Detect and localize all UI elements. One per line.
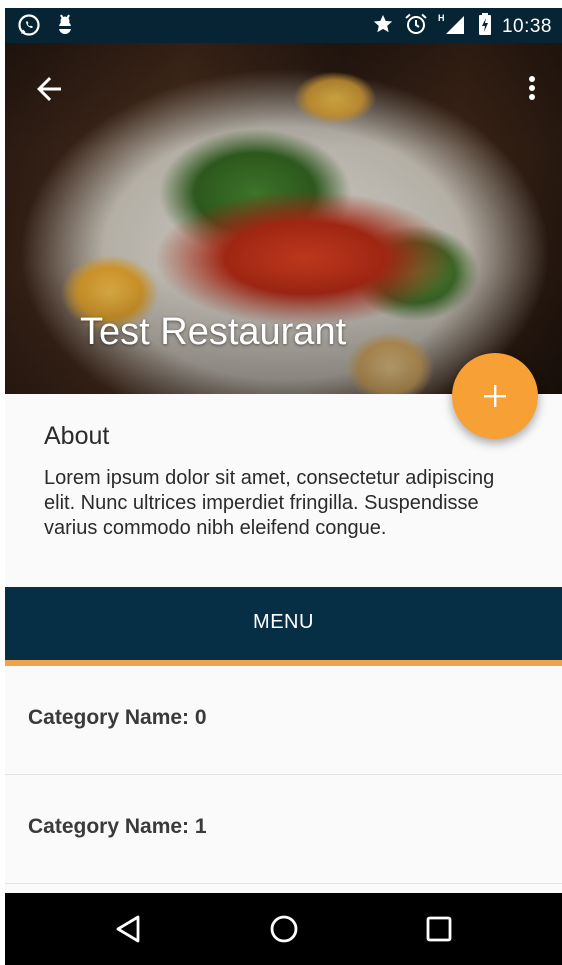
- back-triangle-icon: [116, 915, 140, 943]
- nav-back-button[interactable]: [108, 909, 148, 949]
- plus-icon: [484, 385, 506, 407]
- app-screen: H 10:38 Test Restaurant About Lorem ipsu…: [5, 8, 562, 965]
- category-name: Category Name: 0: [28, 706, 207, 729]
- system-nav-bar: [5, 893, 562, 965]
- signal-h-icon: H: [438, 12, 468, 41]
- alarm-icon: [404, 12, 428, 41]
- nav-home-button[interactable]: [264, 909, 304, 949]
- svg-text:H: H: [438, 13, 445, 23]
- home-circle-icon: [270, 915, 298, 943]
- status-time: 10:38: [501, 15, 552, 37]
- more-vert-icon: [529, 76, 535, 100]
- whatsapp-icon: [17, 13, 41, 42]
- header-image: Test Restaurant: [5, 43, 562, 394]
- status-bar: H 10:38: [5, 8, 562, 43]
- tab-menu[interactable]: MENU: [5, 587, 562, 660]
- about-description: Lorem ipsum dolor sit amet, consectetur …: [44, 467, 495, 539]
- tab-menu-label: MENU: [253, 611, 314, 633]
- list-item[interactable]: Category Name: 0: [5, 666, 562, 775]
- nav-recents-button[interactable]: [419, 909, 459, 949]
- back-button[interactable]: [31, 71, 67, 107]
- about-heading: About: [44, 422, 110, 450]
- android-debug-icon: [55, 13, 75, 42]
- category-name: Category Name: 1: [28, 815, 207, 838]
- recents-square-icon: [426, 916, 452, 942]
- overflow-menu-button[interactable]: [522, 71, 542, 107]
- arrow-back-icon: [37, 77, 61, 101]
- battery-charging-icon: [478, 12, 492, 41]
- list-item[interactable]: Category Name: 1: [5, 775, 562, 884]
- star-icon: [372, 13, 394, 40]
- restaurant-title: Test Restaurant: [80, 311, 347, 353]
- add-fab-button[interactable]: [452, 353, 538, 439]
